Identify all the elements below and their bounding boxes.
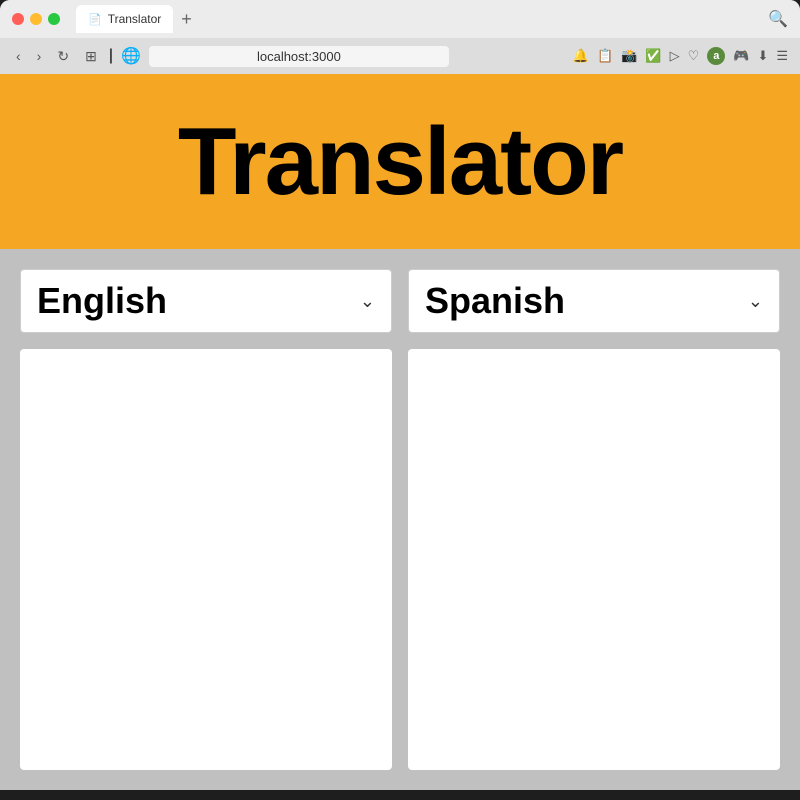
cube-icon[interactable]: 🎮 xyxy=(733,48,749,64)
play-icon[interactable]: ▷ xyxy=(670,48,680,64)
search-icon[interactable]: 🔍 xyxy=(768,9,788,29)
separator: | xyxy=(109,47,113,65)
back-button[interactable]: ‹ xyxy=(12,46,25,66)
clipboard-icon[interactable]: 📋 xyxy=(597,48,613,64)
app-body: English ⌄ Spanish ⌄ xyxy=(0,249,800,790)
tab-bar: 📄 Translator + xyxy=(76,5,760,33)
menu-icon[interactable]: ☰ xyxy=(776,48,788,64)
target-dropdown-arrow-icon: ⌄ xyxy=(748,291,763,312)
browser-window: 📄 Translator + 🔍 ‹ › ↻ ⊞ | 🌐 🔔 📋 📸 ✅ ▷ ♡… xyxy=(0,0,800,790)
left-panel: English ⌄ xyxy=(20,269,392,770)
target-text-output[interactable] xyxy=(408,349,780,770)
globe-icon: 🌐 xyxy=(121,46,141,66)
target-language-label: Spanish xyxy=(425,280,565,322)
forward-button[interactable]: › xyxy=(33,46,46,66)
source-text-input[interactable] xyxy=(20,349,392,770)
notifications-icon[interactable]: 🔔 xyxy=(573,48,589,64)
tab-title: Translator xyxy=(108,12,162,26)
grid-button[interactable]: ⊞ xyxy=(81,46,101,67)
maximize-button[interactable] xyxy=(48,13,60,25)
traffic-lights xyxy=(12,13,60,25)
reload-button[interactable]: ↻ xyxy=(53,46,73,67)
close-button[interactable] xyxy=(12,13,24,25)
address-input[interactable] xyxy=(149,46,449,67)
tab-favicon: 📄 xyxy=(88,13,102,26)
app-title: Translator xyxy=(178,107,622,217)
source-language-label: English xyxy=(37,280,167,322)
right-panel: Spanish ⌄ xyxy=(408,269,780,770)
source-dropdown-arrow-icon: ⌄ xyxy=(360,291,375,312)
shield-icon[interactable]: ✅ xyxy=(645,48,661,64)
active-tab[interactable]: 📄 Translator xyxy=(76,5,173,33)
app-header: Translator xyxy=(0,74,800,249)
nav-icons: 🔔 📋 📸 ✅ ▷ ♡ a 🎮 ⬇ ☰ xyxy=(573,47,788,65)
account-icon[interactable]: a xyxy=(707,47,725,65)
address-bar: ‹ › ↻ ⊞ | 🌐 🔔 📋 📸 ✅ ▷ ♡ a 🎮 ⬇ ☰ xyxy=(0,38,800,74)
app-window: Translator English ⌄ Spanish ⌄ xyxy=(0,74,800,790)
heart-icon[interactable]: ♡ xyxy=(688,48,700,64)
new-tab-button[interactable]: + xyxy=(177,10,196,28)
minimize-button[interactable] xyxy=(30,13,42,25)
download-icon[interactable]: ⬇ xyxy=(757,48,768,64)
source-language-select[interactable]: English ⌄ xyxy=(20,269,392,333)
target-language-select[interactable]: Spanish ⌄ xyxy=(408,269,780,333)
title-bar: 📄 Translator + 🔍 xyxy=(0,0,800,38)
camera-icon[interactable]: 📸 xyxy=(621,48,637,64)
